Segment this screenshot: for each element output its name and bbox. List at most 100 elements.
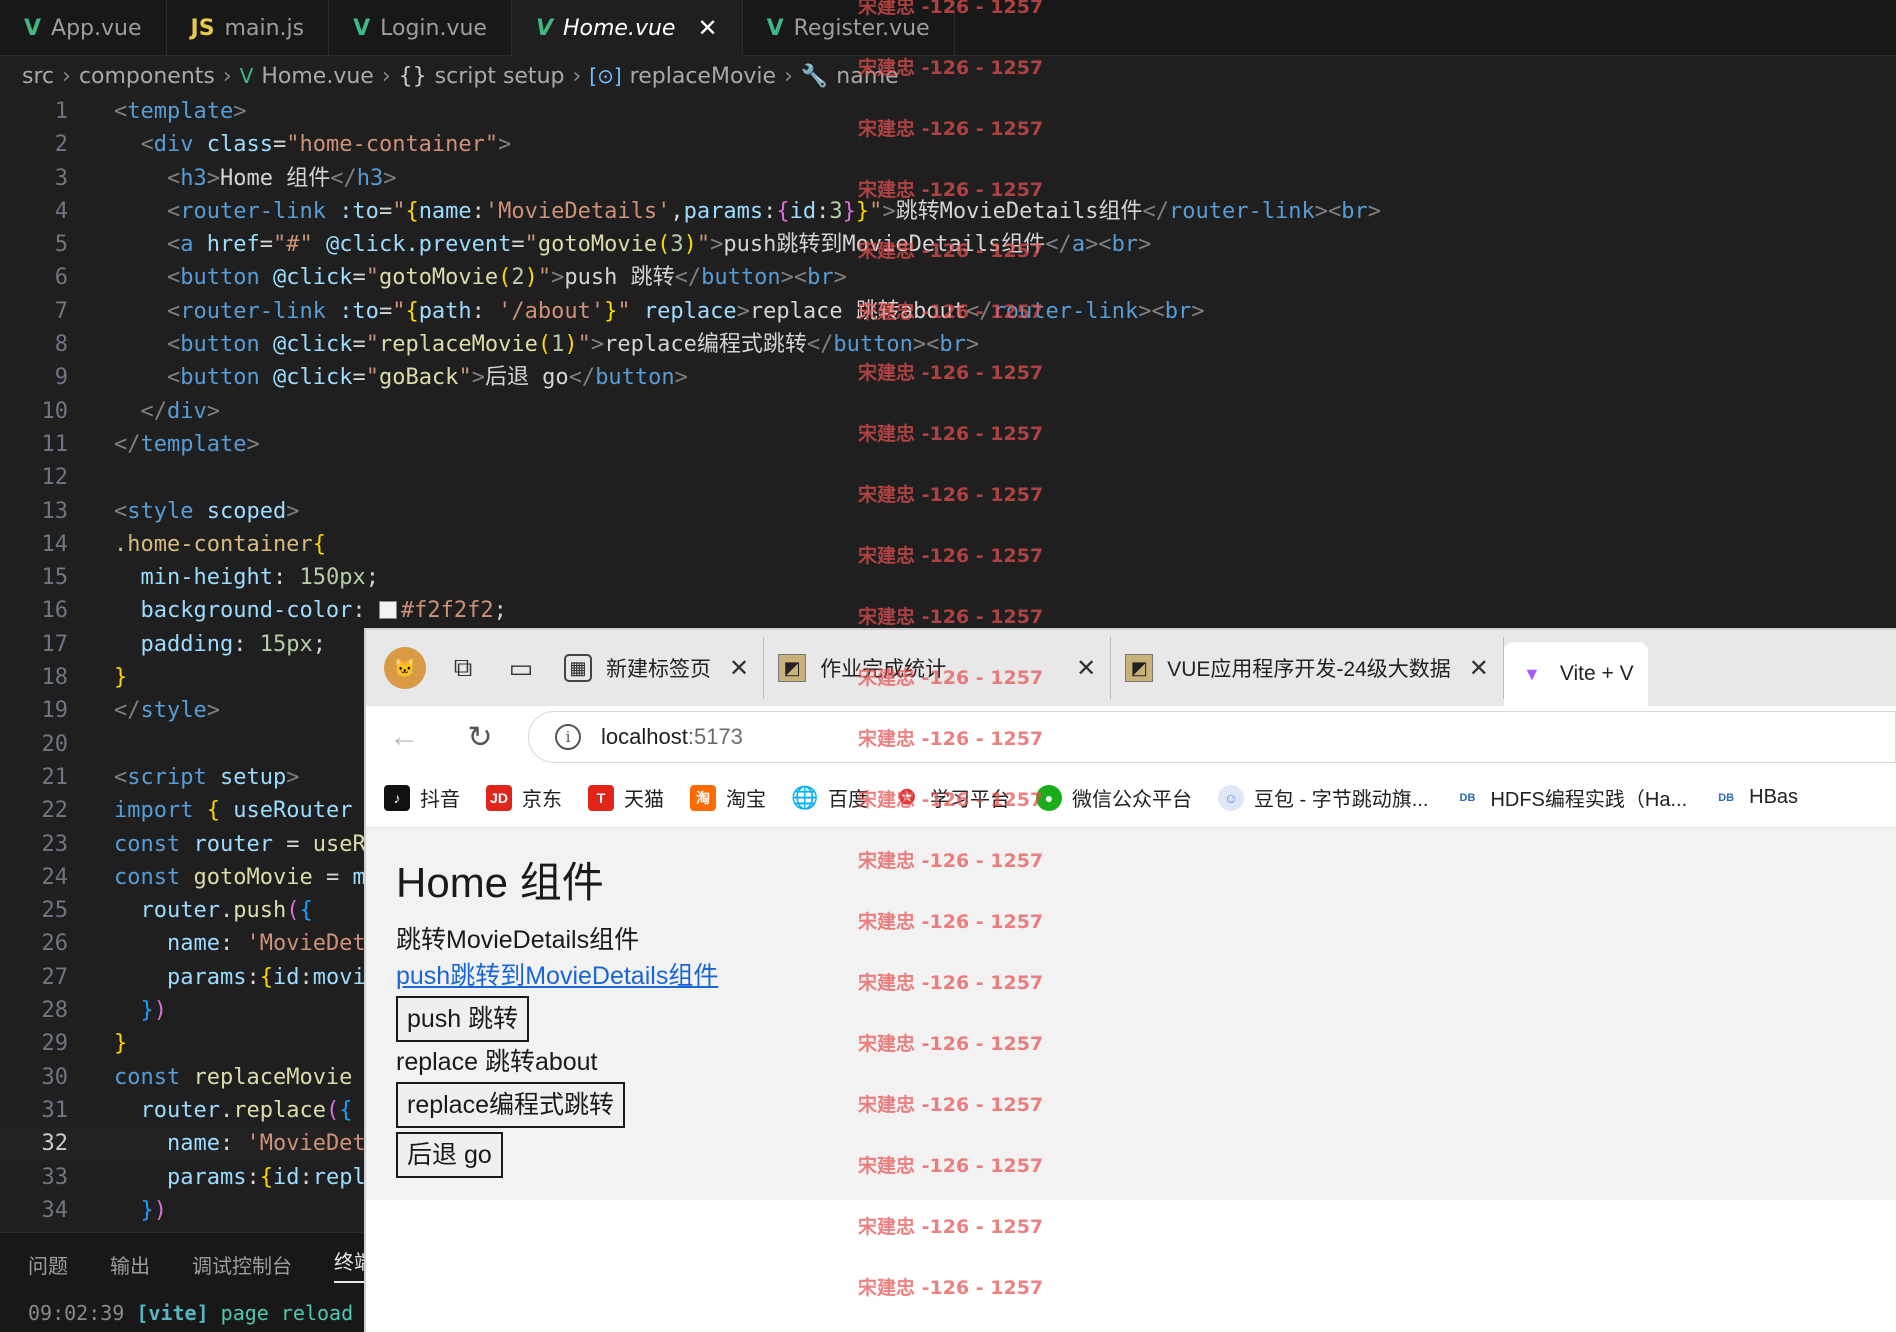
bookmark-hbase[interactable]: DB HBas xyxy=(1713,785,1798,811)
line-number: 4 xyxy=(54,198,68,224)
color-value: #f2f2f2 xyxy=(400,598,494,624)
code-text: padding: 15px; xyxy=(140,631,326,657)
profile-avatar[interactable]: 🐱 xyxy=(384,647,426,689)
close-tab-icon[interactable]: ✕ xyxy=(1076,654,1096,683)
browser-tab-vue-course[interactable]: ◩ VUE应用程序开发-24级大数据 ✕ xyxy=(1111,637,1504,699)
vue-icon: V xyxy=(766,15,784,41)
code-line: 4 <router-link :to="{name:'MovieDetails'… xyxy=(0,195,1896,228)
replace-button[interactable]: replace编程式跳转 xyxy=(396,1082,625,1128)
reload-icon[interactable]: ↻ xyxy=(442,720,518,755)
browser-tab-new[interactable]: ▦ 新建标签页 ✕ xyxy=(550,637,765,699)
code-text: min-height: 150px; xyxy=(140,565,379,591)
line-number: 8 xyxy=(54,332,68,358)
bookmark-doubao[interactable]: ☺ 豆包 - 字节跳动旗... xyxy=(1218,783,1428,812)
info-icon[interactable]: i xyxy=(555,724,581,750)
code-text: .home-container{ xyxy=(114,531,326,557)
code-text: name: 'MovieDet xyxy=(166,1131,366,1157)
code-line: 16 background-color: #f2f2f2; xyxy=(0,594,1896,627)
bookmark-label: 京东 xyxy=(522,789,562,811)
line-number: 14 xyxy=(41,531,69,557)
tab-label: Login.vue xyxy=(380,15,487,41)
tab-label: main.js xyxy=(224,15,305,41)
code-line: 6 <button @click="gotoMovie(2)">push 跳转<… xyxy=(0,261,1896,294)
push-movie-link[interactable]: push跳转到MovieDetails组件 xyxy=(396,958,718,994)
globe-icon: 🌐 xyxy=(791,784,819,810)
browser-tab-homework[interactable]: ◩ 作业完成统计 ✕ xyxy=(764,637,1112,699)
line-number: 21 xyxy=(41,764,69,790)
code-text: <a href="#" @click.prevent="gotoMovie(3)… xyxy=(166,232,1152,258)
back-button[interactable]: 后退 go xyxy=(396,1132,503,1178)
code-line: 5 <a href="#" @click.prevent="gotoMovie(… xyxy=(0,228,1896,261)
code-text: } xyxy=(114,1031,128,1057)
tab-main-js[interactable]: JS main.js xyxy=(167,0,330,56)
close-tab-icon[interactable]: ✕ xyxy=(729,654,749,683)
bookmark-jd[interactable]: JD 京东 xyxy=(486,783,562,812)
breadcrumb-item[interactable]: components xyxy=(79,64,215,89)
router-link-movie-details[interactable]: 跳转MovieDetails组件 xyxy=(396,922,1868,958)
breadcrumb-item[interactable]: Home.vue xyxy=(261,64,373,89)
push-button[interactable]: push 跳转 xyxy=(396,996,530,1042)
code-text: params:{id:movi xyxy=(166,964,366,990)
browser-tab-label: Vite + V xyxy=(1559,662,1634,685)
code-line: 11 </template> xyxy=(0,428,1896,461)
code-text: </style> xyxy=(114,698,220,724)
editor-tab-bar: V App.vue JS main.js V Login.vue V Home.vue ✕… xyxy=(0,0,1896,56)
close-icon[interactable]: ✕ xyxy=(697,14,717,42)
tab-problems[interactable]: 问题 xyxy=(28,1250,68,1279)
line-number: 22 xyxy=(41,798,69,824)
bookmark-tmall[interactable]: T 天猫 xyxy=(588,783,664,812)
code-line: 13 <style scoped> xyxy=(0,495,1896,528)
line-number: 16 xyxy=(41,598,69,624)
bookmark-douyin[interactable]: ♪ 抖音 xyxy=(384,783,460,812)
bookmark-hdfs[interactable]: DB HDFS编程实践（Ha... xyxy=(1454,783,1688,812)
browser-tab-vite[interactable]: ▼ Vite + V xyxy=(1503,642,1648,706)
bookmark-taobao[interactable]: 淘淘宝 xyxy=(690,783,766,812)
tab-output[interactable]: 输出 xyxy=(110,1250,150,1279)
code-line: 9 <button @click="goBack">后退 go</button> xyxy=(0,361,1896,394)
line-number: 17 xyxy=(41,631,69,657)
tmall-icon: T xyxy=(588,784,614,811)
address-bar[interactable]: i localhost:5173 xyxy=(528,711,1896,763)
breadcrumb-item[interactable]: replaceMovie xyxy=(630,64,776,89)
code-line: 3 <h3>Home 组件</h3> xyxy=(0,162,1896,195)
line-number: 7 xyxy=(54,298,68,324)
bookmark-label: HBas xyxy=(1749,786,1799,808)
vertical-tabs-icon[interactable]: ▭ xyxy=(492,630,550,706)
chevron-right-icon: › xyxy=(784,63,793,89)
breadcrumb-item[interactable]: name xyxy=(836,64,898,89)
bookmark-label: 微信公众平台 xyxy=(1072,789,1192,811)
vue-icon: V xyxy=(353,15,371,41)
terminal-message: page reload xyxy=(220,1301,354,1325)
router-link-replace-about[interactable]: replace 跳转about xyxy=(396,1044,1868,1080)
close-tab-icon[interactable]: ✕ xyxy=(1469,654,1489,683)
code-text: <div class="home-container"> xyxy=(140,132,512,158)
code-text: router.replace({ xyxy=(140,1097,353,1123)
tab-home-vue[interactable]: V Home.vue ✕ xyxy=(511,0,743,56)
line-number: 2 xyxy=(54,132,68,158)
browser-tab-label: VUE应用程序开发-24级大数据 xyxy=(1167,658,1451,681)
line-number: 23 xyxy=(41,831,69,857)
tab-debug-console[interactable]: 调试控制台 xyxy=(192,1250,292,1279)
wrench-icon: 🔧 xyxy=(800,63,829,89)
bookmark-study[interactable]: ✪ 学习平台 xyxy=(894,783,1010,812)
bookmark-label: 百度 xyxy=(828,789,868,811)
line-number: 5 xyxy=(54,232,68,258)
bookmark-wechat[interactable]: ● 微信公众平台 xyxy=(1036,783,1192,812)
tab-register-vue[interactable]: V Register.vue xyxy=(743,0,955,56)
bookmark-label: 淘宝 xyxy=(726,789,766,811)
workspaces-icon[interactable]: ⧉ xyxy=(434,630,492,706)
bookmark-baidu[interactable]: 🌐 百度 xyxy=(791,783,868,812)
browser-tab-label: 作业完成统计 xyxy=(820,658,947,681)
breadcrumb-item[interactable]: script setup xyxy=(435,64,565,89)
chevron-right-icon: › xyxy=(381,63,391,89)
code-text: const router = useR xyxy=(114,831,366,857)
line-number: 10 xyxy=(41,398,69,424)
color-swatch[interactable] xyxy=(378,601,397,620)
back-arrow-icon[interactable]: ← xyxy=(366,720,442,754)
vue-icon: V xyxy=(239,64,254,88)
code-text: background-color: #f2f2f2; xyxy=(140,598,507,624)
tab-login-vue[interactable]: V Login.vue xyxy=(329,0,512,56)
breadcrumb-item[interactable]: src xyxy=(22,64,54,89)
tab-app-vue[interactable]: V App.vue xyxy=(0,0,167,56)
line-number: 32 xyxy=(41,1131,69,1157)
